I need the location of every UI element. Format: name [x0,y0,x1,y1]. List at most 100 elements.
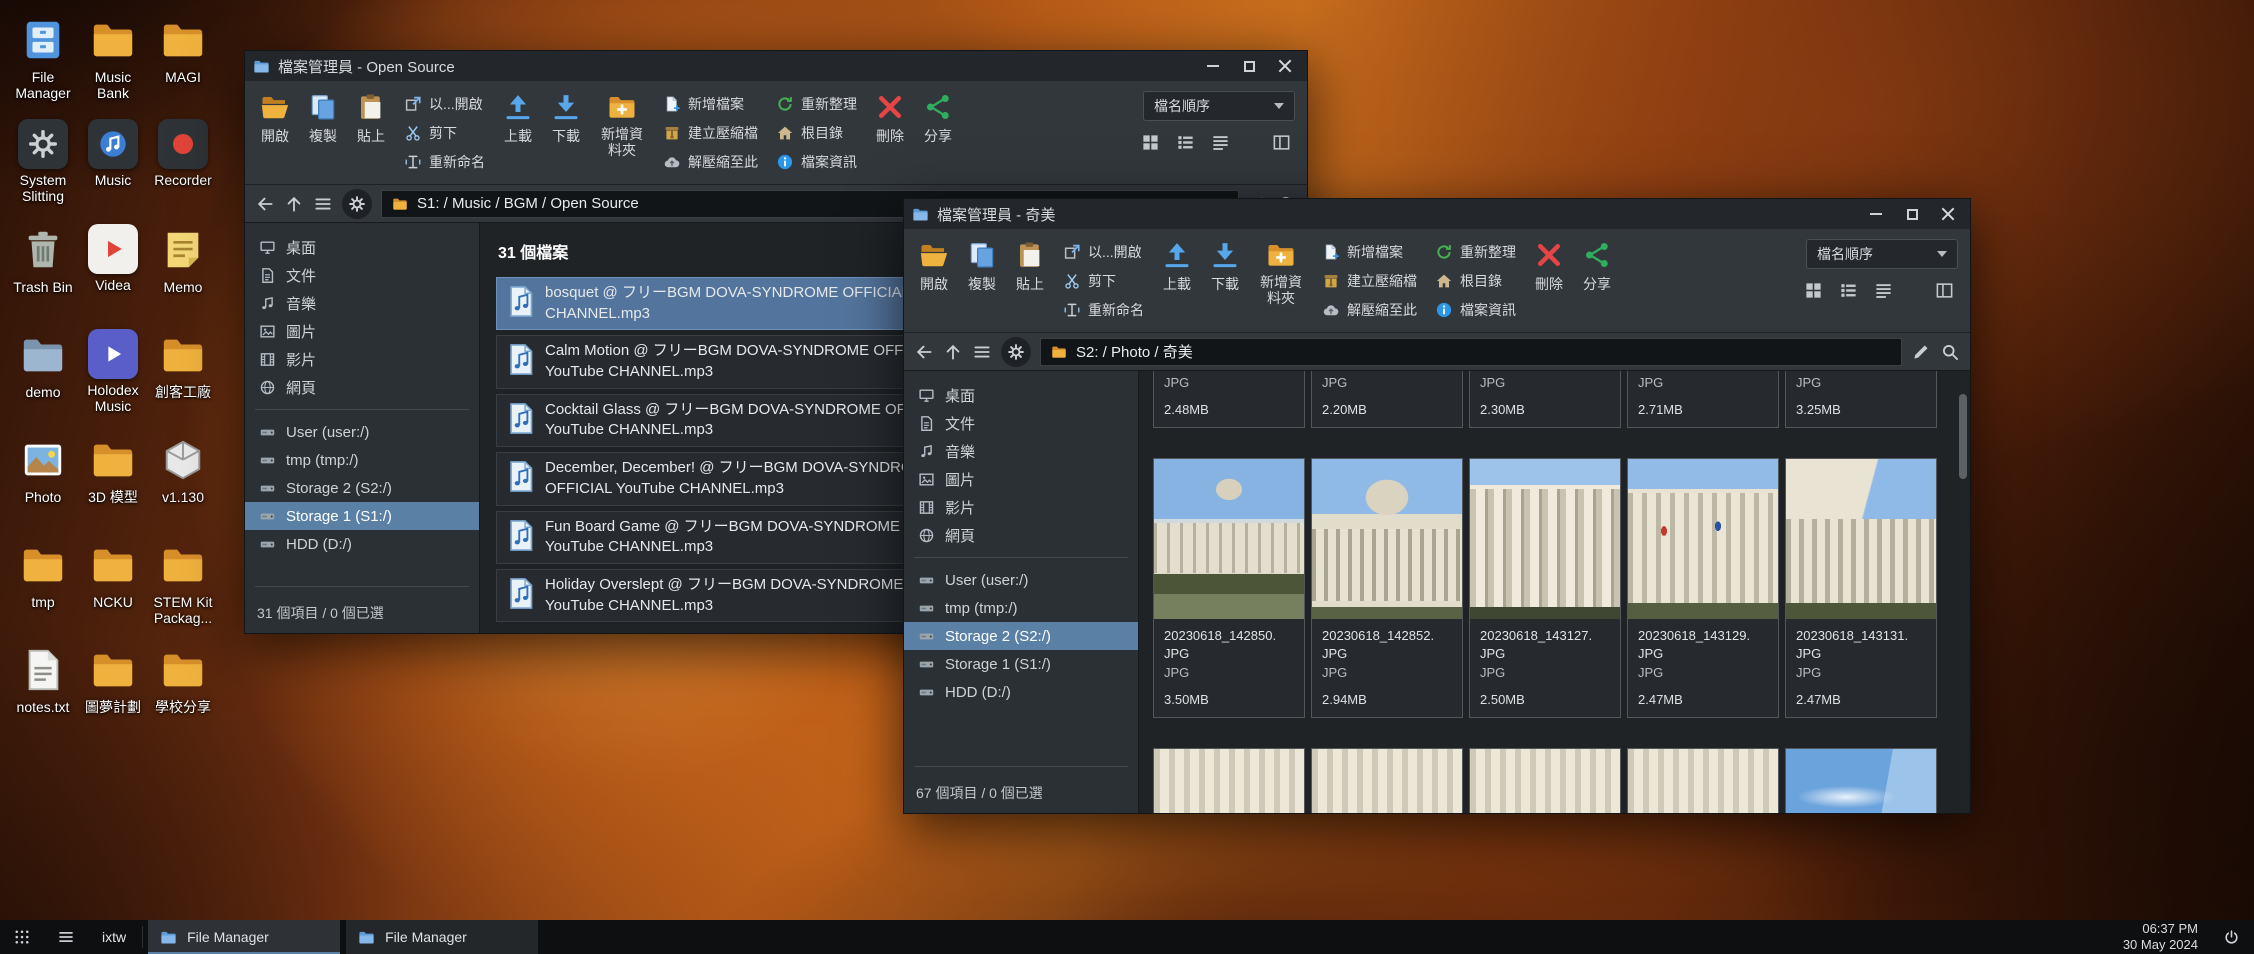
desktop-icon-music[interactable]: Music [78,119,148,224]
file-info-button[interactable]: 檔案資訊 [1428,296,1523,324]
share-button[interactable]: 分享 [916,87,960,151]
scrollbar-thumb[interactable] [1959,394,1967,479]
desktop-icon-recorder[interactable]: Recorder [148,119,218,224]
photo-cell[interactable] [1311,748,1463,813]
desktop-icon-trash-bin[interactable]: Trash Bin [8,224,78,329]
maximize-button[interactable] [1894,199,1930,229]
sidebar-item-pictures[interactable]: 圖片 [245,317,479,345]
back-button[interactable] [255,194,275,214]
delete-button[interactable]: 刪除 [1527,235,1571,299]
photo-cell[interactable]: .JPGJPG2.71MB [1627,371,1779,428]
close-button[interactable] [1930,199,1966,229]
photo-cell[interactable] [1785,748,1937,813]
open-with-button[interactable]: 以...開啟 [1056,238,1151,266]
photo-cell[interactable]: .JPGJPG2.20MB [1311,371,1463,428]
desktop-icon-videa[interactable]: Videa [78,224,148,329]
sort-dropdown[interactable]: 檔名順序 [1806,239,1958,269]
photo-cell[interactable]: 20230618_143131.JPGJPG2.47MB [1785,458,1937,718]
new-file-button[interactable]: 新增檔案 [656,90,765,118]
taskbar-app-file-manager-2[interactable]: File Manager [346,920,538,954]
view-pane-button[interactable] [1272,133,1291,152]
new-folder-button[interactable]: 新增資料夾 [1251,235,1311,311]
photo-cell[interactable]: 20230618_142850.JPGJPG3.50MB [1153,458,1305,718]
desktop-icon-notes-txt[interactable]: notes.txt [8,644,78,749]
view-details-button[interactable] [1874,281,1893,300]
menu-button[interactable] [313,194,333,214]
close-button[interactable] [1267,51,1303,81]
photo-cell[interactable]: 20230618_143129.JPGJPG2.47MB [1627,458,1779,718]
desktop-icon-maker-factory[interactable]: 創客工廠 [148,329,218,434]
taskbar-app-file-manager-1[interactable]: File Manager [148,920,340,954]
desktop-icon-demo[interactable]: demo [8,329,78,434]
sidebar-item-drive-storage2[interactable]: Storage 2 (S2:/) [904,622,1138,650]
upload-button[interactable]: 上載 [496,87,540,151]
up-button[interactable] [284,194,304,214]
search-button[interactable] [1940,342,1960,362]
minimize-button[interactable] [1195,51,1231,81]
root-button[interactable]: 根目錄 [769,119,864,147]
sidebar-item-documents[interactable]: 文件 [904,409,1138,437]
sidebar-item-drive-storage1[interactable]: Storage 1 (S1:/) [904,650,1138,678]
open-button[interactable]: 開啟 [253,87,297,151]
edit-path-button[interactable] [1911,342,1931,362]
sidebar-item-pictures[interactable]: 圖片 [904,465,1138,493]
sidebar-item-web[interactable]: 網頁 [245,373,479,401]
sidebar-item-videos[interactable]: 影片 [904,493,1138,521]
extract-here-button[interactable]: 解壓縮至此 [1315,296,1424,324]
view-pane-button[interactable] [1935,281,1954,300]
copy-button[interactable]: 複製 [960,235,1004,299]
desktop-icon-tmp[interactable]: tmp [8,539,78,644]
desktop-icon-file-manager[interactable]: File Manager [8,14,78,119]
root-button[interactable]: 根目錄 [1428,267,1523,295]
file-info-button[interactable]: 檔案資訊 [769,148,864,176]
address-bar[interactable]: S2: / Photo / 奇美 [1040,338,1902,366]
titlebar[interactable]: 檔案管理員 - Open Source [245,51,1307,81]
sidebar-item-music[interactable]: 音樂 [904,437,1138,465]
extract-here-button[interactable]: 解壓縮至此 [656,148,765,176]
sidebar-item-drive-user[interactable]: User (user:/) [245,418,479,446]
desktop-icon-memo[interactable]: Memo [148,224,218,329]
download-button[interactable]: 下載 [1203,235,1247,299]
sidebar-item-drive-hdd[interactable]: HDD (D:/) [245,530,479,558]
view-grid-button[interactable] [1141,133,1160,152]
cut-button[interactable]: 剪下 [1056,267,1151,295]
view-list-button[interactable] [1839,281,1858,300]
sidebar-item-drive-tmp[interactable]: tmp (tmp:/) [904,594,1138,622]
photo-cell[interactable]: .JPGJPG3.25MB [1785,371,1937,428]
sort-dropdown[interactable]: 檔名順序 [1143,91,1295,121]
sidebar-item-documents[interactable]: 文件 [245,261,479,289]
photo-cell[interactable] [1627,748,1779,813]
create-archive-button[interactable]: 建立壓縮檔 [1315,267,1424,295]
desktop-icon-dream-plan[interactable]: 圖夢計劃 [78,644,148,749]
cut-button[interactable]: 剪下 [397,119,492,147]
photo-cell[interactable]: .JPGJPG2.48MB [1153,371,1305,428]
open-button[interactable]: 開啟 [912,235,956,299]
refresh-button[interactable]: 重新整理 [1428,238,1523,266]
open-with-button[interactable]: 以...開啟 [397,90,492,118]
maximize-button[interactable] [1231,51,1267,81]
sidebar-item-videos[interactable]: 影片 [245,345,479,373]
titlebar[interactable]: 檔案管理員 - 奇美 [904,199,1970,229]
desktop-icon-system-slitting[interactable]: System Slitting [8,119,78,224]
input-method-indicator[interactable]: ixtw [88,920,140,954]
photo-cell[interactable]: 20230618_142852.JPGJPG2.94MB [1311,458,1463,718]
photo-cell[interactable] [1153,748,1305,813]
up-button[interactable] [943,342,963,362]
sidebar-item-drive-storage1[interactable]: Storage 1 (S1:/) [245,502,479,530]
photo-cell[interactable]: 20230618_143127.JPGJPG2.50MB [1469,458,1621,718]
upload-button[interactable]: 上載 [1155,235,1199,299]
taskbar-menu-button[interactable] [44,920,88,954]
settings-button[interactable] [342,189,372,219]
desktop-icon-magi[interactable]: MAGI [148,14,218,119]
power-button[interactable] [2208,920,2254,954]
sidebar-item-desktop[interactable]: 桌面 [904,381,1138,409]
clock[interactable]: 06:37 PM 30 May 2024 [2113,920,2208,954]
sidebar-item-drive-storage2[interactable]: Storage 2 (S2:/) [245,474,479,502]
start-button[interactable] [0,920,44,954]
desktop-icon-ncku[interactable]: NCKU [78,539,148,644]
sidebar-item-drive-user[interactable]: User (user:/) [904,566,1138,594]
photo-cell[interactable]: .JPGJPG2.30MB [1469,371,1621,428]
new-file-button[interactable]: 新增檔案 [1315,238,1424,266]
view-details-button[interactable] [1211,133,1230,152]
share-button[interactable]: 分享 [1575,235,1619,299]
